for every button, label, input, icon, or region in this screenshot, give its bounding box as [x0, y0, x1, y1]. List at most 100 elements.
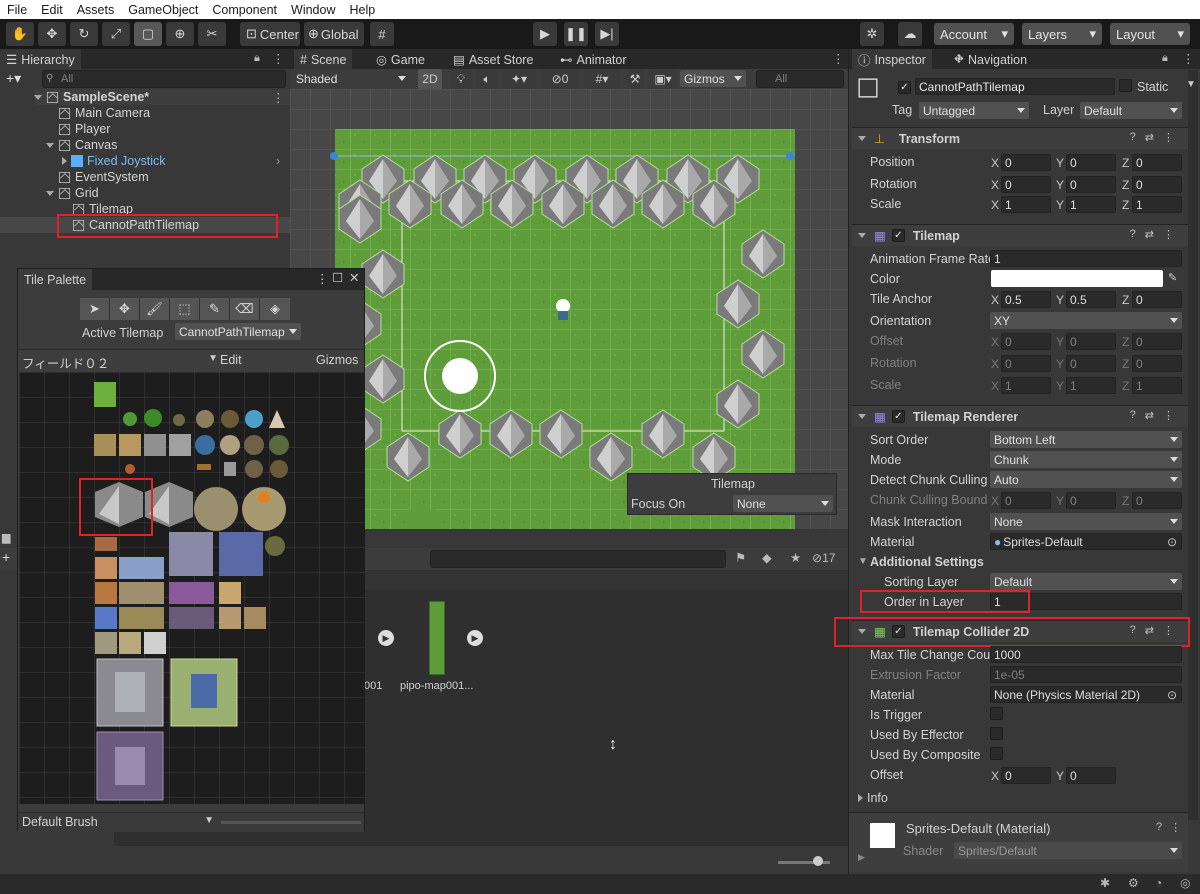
sorting-layer-dropdown[interactable]: Default — [990, 573, 1182, 590]
kebab-menu-icon[interactable]: ⋮ — [1163, 131, 1174, 144]
material-field[interactable]: ● Sprites-Default ⊙ — [990, 533, 1182, 550]
rect-handle[interactable] — [786, 152, 794, 160]
hierarchy-item-player[interactable]: Player — [58, 121, 110, 137]
layout-dropdown[interactable]: Layout ▾ — [1110, 23, 1190, 45]
hierarchy-item-canvas[interactable]: Canvas — [46, 137, 117, 153]
tab-asset-store[interactable]: ▤ Asset Store — [447, 49, 539, 70]
menu-help[interactable]: Help — [349, 3, 375, 17]
edit-button[interactable]: Edit — [220, 353, 242, 367]
chevron-right-icon[interactable]: › — [276, 154, 280, 168]
position-y-field[interactable]: 0 — [1066, 154, 1116, 171]
camera-icon[interactable]: ▣▾ — [648, 69, 678, 89]
preset-icon[interactable]: ⇄ — [1145, 409, 1154, 422]
anchor-x-field[interactable]: 0.5 — [1001, 291, 1051, 308]
kebab-menu-icon[interactable]: ⋮ — [1170, 821, 1181, 834]
brush-dropdown[interactable]: Default Brush ▼ — [22, 815, 214, 829]
collab-icon[interactable]: ◎ — [1180, 876, 1190, 890]
label-icon[interactable]: ◆ — [762, 550, 772, 565]
scale-tool-icon[interactable]: ⤢ — [102, 22, 130, 46]
add-icon[interactable]: + — [2, 549, 10, 565]
chevron-right-icon[interactable]: ▶ — [858, 852, 865, 863]
scale-y-field[interactable]: 1 — [1066, 196, 1116, 213]
hierarchy-scene-row[interactable]: SampleScene* ⋮ — [34, 89, 290, 105]
object-name-field[interactable]: CannotPathTilemap — [915, 78, 1115, 95]
custom-tool-icon[interactable]: ✂ — [198, 22, 226, 46]
scale-z-field[interactable]: 1 — [1132, 196, 1182, 213]
folder-icon[interactable]: ▆ — [2, 531, 10, 544]
joystick-handle[interactable] — [442, 358, 478, 394]
object-picker-icon[interactable]: ⊙ — [1167, 535, 1177, 549]
kebab-menu-icon[interactable]: ⋮ — [832, 51, 845, 66]
help-icon[interactable]: ? — [1130, 409, 1136, 422]
select-tool-icon[interactable]: ➤ — [80, 298, 110, 320]
fill-bucket-icon[interactable]: ◈ — [260, 298, 290, 320]
scene-canvas[interactable] — [290, 89, 848, 529]
asset-label[interactable]: 001 — [364, 680, 382, 692]
hierarchy-item-grid[interactable]: Grid — [46, 185, 99, 201]
focus-dropdown[interactable]: None — [733, 495, 833, 512]
transform-header[interactable]: ⊥ Transform ? ⇄ ⋮ — [852, 127, 1188, 149]
cloud-icon[interactable]: ☁ — [898, 22, 922, 46]
menu-file[interactable]: File — [7, 3, 27, 17]
tile-grid[interactable] — [19, 372, 365, 804]
help-icon[interactable]: ? — [1130, 131, 1136, 144]
kebab-menu-icon[interactable]: ⋮ — [316, 271, 329, 286]
audio-icon[interactable]: 🔈︎ — [476, 69, 498, 89]
kebab-menu-icon[interactable]: ⋮ — [272, 51, 285, 66]
is-trigger-checkbox[interactable] — [990, 707, 1003, 720]
tab-navigation[interactable]: ⛖ Navigation — [948, 49, 1033, 70]
play-icon[interactable]: ▶ — [467, 630, 483, 646]
preset-icon[interactable]: ⇄ — [1145, 228, 1154, 241]
hierarchy-search-input[interactable]: All — [42, 70, 286, 88]
star-icon[interactable]: ★ — [790, 550, 801, 565]
info-foldout[interactable]: Info — [858, 791, 888, 805]
rotation-z-field[interactable]: 0 — [1132, 176, 1182, 193]
menu-edit[interactable]: Edit — [41, 3, 63, 17]
menu-assets[interactable]: Assets — [77, 3, 115, 17]
menu-window[interactable]: Window — [291, 3, 335, 17]
sort-order-dropdown[interactable]: Bottom Left — [990, 431, 1182, 448]
player-sprite[interactable] — [556, 299, 570, 320]
position-x-field[interactable]: 0 — [1001, 154, 1051, 171]
anchor-z-field[interactable]: 0 — [1132, 291, 1182, 308]
filter-icon[interactable]: ⚑ — [735, 550, 746, 565]
collider-offset-x-field[interactable]: 0 — [1001, 767, 1051, 784]
culling-dropdown[interactable]: Auto — [990, 471, 1182, 488]
rect-tool-icon[interactable]: ▢ — [134, 22, 162, 46]
collider-offset-y-field[interactable]: 0 — [1066, 767, 1116, 784]
paint-brush-icon[interactable]: 🖌︎ — [140, 298, 170, 320]
move-tool-icon[interactable]: ✥ — [110, 298, 140, 320]
rotation-x-field[interactable]: 0 — [1001, 176, 1051, 193]
project-search-input[interactable] — [430, 550, 726, 568]
rotate-tool-icon[interactable]: ↻ — [70, 22, 98, 46]
scale-x-field[interactable]: 1 — [1001, 196, 1051, 213]
tab-inspector[interactable]: ⓘ Inspector — [852, 49, 932, 70]
effects-icon[interactable]: ✦▾ — [502, 69, 536, 89]
gizmos-button[interactable]: Gizmos — [316, 353, 358, 367]
picker-icon[interactable]: ✎ — [200, 298, 230, 320]
active-checkbox[interactable]: ✓ — [898, 81, 911, 94]
active-tilemap-dropdown[interactable]: CannotPathTilemap — [175, 323, 301, 340]
tilemap-enabled-checkbox[interactable]: ✓ — [891, 229, 905, 242]
progress-icon[interactable]: ◔ — [1155, 876, 1162, 890]
lock-icon[interactable]: 🔒︎ — [254, 52, 260, 65]
network-icon[interactable]: ⚙ — [1128, 876, 1139, 890]
tab-game[interactable]: ◎ Game — [370, 49, 431, 70]
tab-animator[interactable]: ⊷ Animator — [554, 49, 633, 70]
tools-icon[interactable]: ⚒ — [626, 69, 644, 89]
pivot-center-button[interactable]: ⊡ Center — [240, 22, 300, 46]
help-icon[interactable]: ? — [1130, 228, 1136, 241]
gizmos-dropdown[interactable]: Gizmos — [680, 70, 746, 87]
max-tile-change-field[interactable]: 1000 — [990, 646, 1182, 663]
rect-handle[interactable] — [330, 152, 338, 160]
tile-palette-title[interactable]: Tile Palette — [18, 269, 93, 290]
chevron-down-icon[interactable]: ▼ — [1186, 79, 1196, 90]
maximize-icon[interactable]: ☐ — [332, 270, 343, 285]
lighting-icon[interactable]: 💡︎ — [450, 69, 472, 89]
help-icon[interactable]: ? — [1156, 821, 1162, 834]
bug-icon[interactable]: ✱ — [1100, 876, 1110, 890]
add-icon[interactable]: +▾ — [6, 70, 21, 87]
kebab-menu-icon[interactable]: ⋮ — [1163, 228, 1174, 241]
used-by-composite-checkbox[interactable] — [990, 747, 1003, 760]
hidden-packages-toggle[interactable]: ⊘17 — [812, 551, 835, 565]
